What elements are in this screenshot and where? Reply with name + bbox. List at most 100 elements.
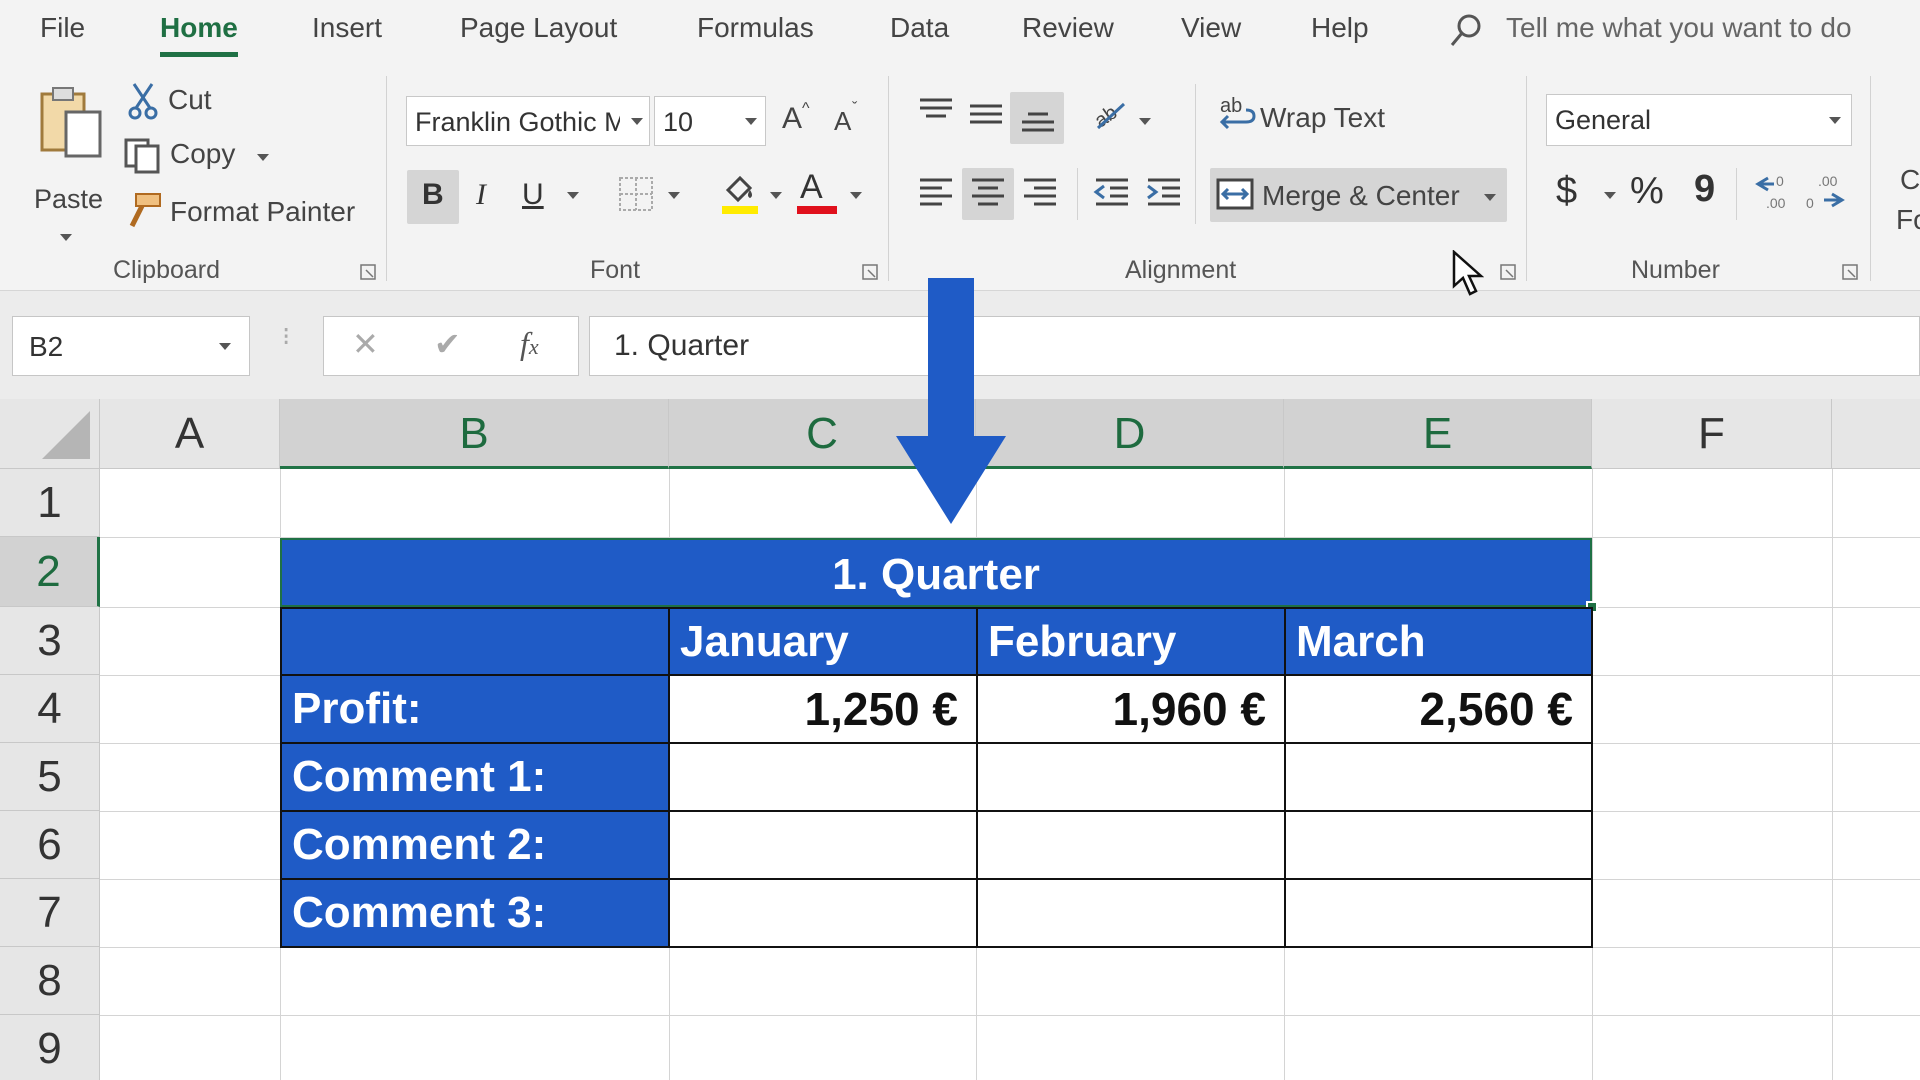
- increase-decimal-icon[interactable]: 0.00: [1754, 170, 1798, 212]
- chevron-down-icon[interactable]: [1484, 194, 1496, 201]
- merged-title-cell[interactable]: 1. Quarter: [280, 538, 1592, 607]
- decrease-indent-icon[interactable]: [1092, 174, 1132, 210]
- chevron-down-icon[interactable]: [60, 234, 72, 241]
- borders-icon[interactable]: [618, 176, 654, 212]
- chevron-down-icon[interactable]: [567, 192, 579, 199]
- number-format-dropdown[interactable]: General: [1546, 94, 1852, 146]
- bottom-align-icon[interactable]: [1018, 102, 1058, 138]
- column-header-g[interactable]: [1832, 399, 1920, 469]
- dialog-launcher-icon[interactable]: [360, 264, 376, 280]
- comment-cell[interactable]: [976, 878, 1286, 948]
- tab-data[interactable]: Data: [890, 12, 949, 44]
- top-align-icon[interactable]: [916, 94, 956, 130]
- comment-cell[interactable]: [1284, 742, 1593, 812]
- profit-january-cell[interactable]: 1,250 €: [668, 674, 978, 744]
- row-header-8[interactable]: 8: [0, 947, 100, 1015]
- profit-february-cell[interactable]: 1,960 €: [976, 674, 1286, 744]
- percent-button[interactable]: %: [1630, 170, 1664, 213]
- bold-button[interactable]: B: [422, 178, 444, 212]
- name-box[interactable]: B2: [12, 316, 250, 376]
- tell-me-search[interactable]: Tell me what you want to do: [1506, 12, 1852, 44]
- comment-cell[interactable]: [1284, 878, 1593, 948]
- chevron-down-icon[interactable]: [1139, 118, 1151, 125]
- increase-indent-icon[interactable]: [1144, 174, 1184, 210]
- tab-view[interactable]: View: [1181, 12, 1241, 44]
- row-label-comment-1[interactable]: Comment 1:: [280, 742, 670, 812]
- lightbulb-search-icon[interactable]: [1447, 12, 1485, 50]
- merge-center-button[interactable]: Merge & Center: [1216, 172, 1506, 216]
- font-color-button[interactable]: A: [800, 168, 823, 207]
- tab-insert[interactable]: Insert: [312, 12, 382, 44]
- decrease-font-size-button[interactable]: A: [834, 106, 851, 137]
- column-header-f[interactable]: F: [1592, 399, 1832, 469]
- currency-button[interactable]: $: [1556, 170, 1577, 213]
- header-blank-cell[interactable]: [280, 607, 670, 676]
- comment-cell[interactable]: [668, 742, 978, 812]
- chevron-down-icon[interactable]: [745, 118, 757, 125]
- month-header-march[interactable]: March: [1284, 607, 1593, 676]
- row-header-4[interactable]: 4: [0, 675, 100, 743]
- column-header-d[interactable]: D: [976, 399, 1284, 469]
- column-header-a[interactable]: A: [100, 399, 280, 469]
- row-header-2[interactable]: 2: [0, 537, 100, 607]
- increase-font-size-button[interactable]: A: [782, 102, 802, 136]
- chevron-down-icon[interactable]: [219, 343, 231, 350]
- row-header-5[interactable]: 5: [0, 743, 100, 811]
- formula-input[interactable]: 1. Quarter: [589, 316, 1920, 376]
- row-label-profit[interactable]: Profit:: [280, 674, 670, 744]
- tab-page-layout[interactable]: Page Layout: [460, 12, 617, 44]
- chevron-down-icon[interactable]: [1604, 192, 1616, 199]
- row-header-3[interactable]: 3: [0, 607, 100, 675]
- orientation-icon[interactable]: ab: [1090, 94, 1130, 134]
- tab-review[interactable]: Review: [1022, 12, 1114, 44]
- cancel-icon[interactable]: ✕: [352, 325, 379, 363]
- font-name-dropdown[interactable]: Franklin Gothic M: [406, 96, 650, 146]
- more-options-icon[interactable]: ⁝: [282, 321, 290, 352]
- styles-group-cutoff-1[interactable]: C: [1900, 164, 1920, 196]
- comment-cell[interactable]: [976, 742, 1286, 812]
- row-label-comment-2[interactable]: Comment 2:: [280, 810, 670, 880]
- row-header-9[interactable]: 9: [0, 1015, 100, 1080]
- column-header-e[interactable]: E: [1284, 399, 1592, 469]
- comment-cell[interactable]: [668, 878, 978, 948]
- underline-button[interactable]: U: [522, 178, 544, 212]
- align-left-icon[interactable]: [916, 174, 956, 210]
- comment-cell[interactable]: [976, 810, 1286, 880]
- chevron-down-icon[interactable]: [850, 192, 862, 199]
- chevron-down-icon[interactable]: [631, 118, 643, 125]
- month-header-january[interactable]: January: [668, 607, 978, 676]
- copy-button[interactable]: Copy: [124, 136, 274, 176]
- paste-button[interactable]: Paste: [30, 84, 110, 241]
- dialog-launcher-icon[interactable]: [1842, 264, 1858, 280]
- fill-color-icon[interactable]: [720, 172, 760, 216]
- row-header-1[interactable]: 1: [0, 469, 100, 537]
- tab-home[interactable]: Home: [160, 12, 238, 57]
- tab-help[interactable]: Help: [1311, 12, 1369, 44]
- tab-file[interactable]: File: [40, 12, 85, 44]
- align-center-icon[interactable]: [968, 174, 1008, 210]
- chevron-down-icon[interactable]: [668, 192, 680, 199]
- chevron-down-icon[interactable]: [1829, 117, 1841, 124]
- chevron-down-icon[interactable]: [770, 192, 782, 199]
- comment-cell[interactable]: [1284, 810, 1593, 880]
- profit-march-cell[interactable]: 2,560 €: [1284, 674, 1593, 744]
- select-all-corner[interactable]: [0, 399, 100, 469]
- insert-function-icon[interactable]: fx: [520, 325, 539, 362]
- column-header-b[interactable]: B: [280, 399, 669, 469]
- middle-align-icon[interactable]: [966, 98, 1006, 134]
- row-header-7[interactable]: 7: [0, 879, 100, 947]
- decrease-decimal-icon[interactable]: .00 0: [1804, 170, 1848, 212]
- comment-cell[interactable]: [668, 810, 978, 880]
- italic-button[interactable]: I: [476, 178, 486, 212]
- row-label-comment-3[interactable]: Comment 3:: [280, 878, 670, 948]
- tab-formulas[interactable]: Formulas: [697, 12, 814, 44]
- row-header-6[interactable]: 6: [0, 811, 100, 879]
- enter-check-icon[interactable]: ✔: [434, 325, 461, 363]
- comma-style-button[interactable]: 9: [1694, 168, 1715, 211]
- chevron-down-icon[interactable]: [257, 154, 269, 161]
- dialog-launcher-icon[interactable]: [1500, 264, 1516, 280]
- month-header-february[interactable]: February: [976, 607, 1286, 676]
- styles-group-cutoff-2[interactable]: Fo: [1896, 204, 1920, 236]
- font-size-dropdown[interactable]: 10: [654, 96, 766, 146]
- dialog-launcher-icon[interactable]: [862, 264, 878, 280]
